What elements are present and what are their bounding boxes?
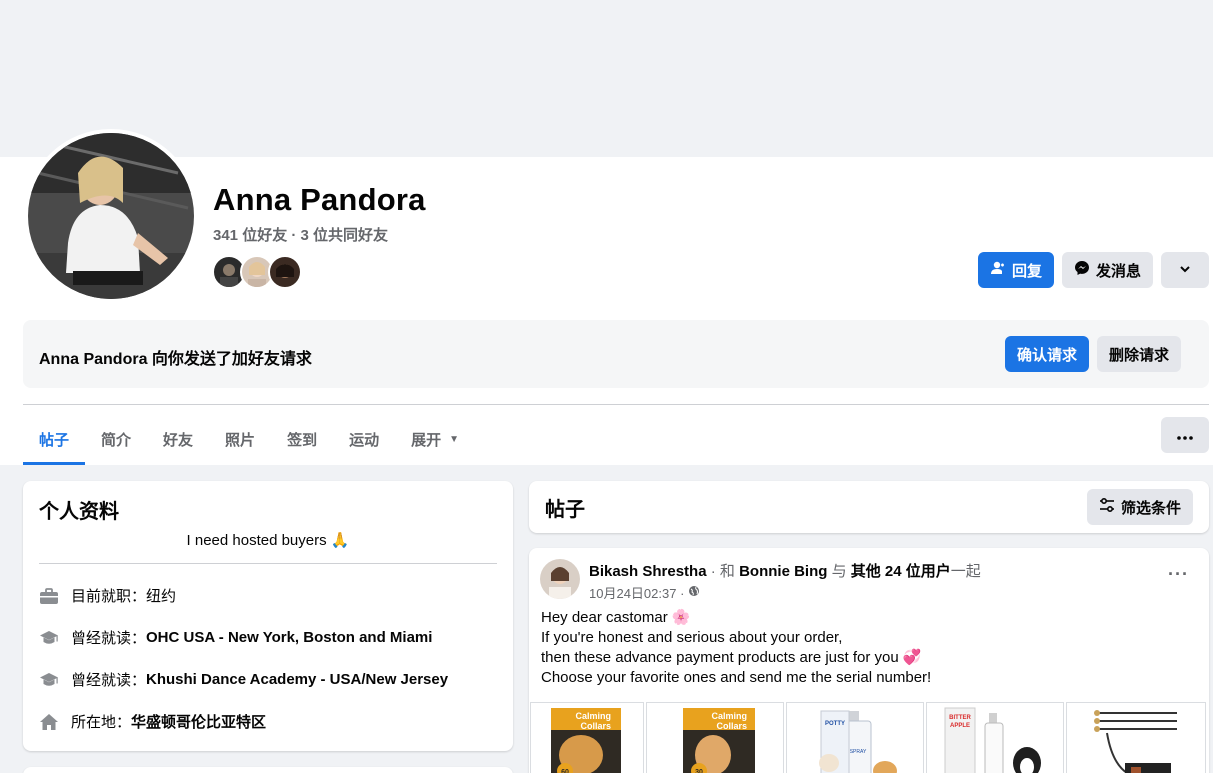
tab-label: 帖子 [39,431,70,449]
gallery-photo[interactable]: Calming Collars 60 [530,702,644,773]
intro-item-prefix: 所在地： [71,714,132,731]
intro-item-value[interactable]: OHC USA - New York, Boston and Miami [146,629,432,646]
home-icon [39,712,59,732]
briefcase-icon [39,586,59,606]
post-photo-gallery: Calming Collars 60 Calming Collars 30 PO… [530,702,1208,773]
intro-item-value[interactable]: 华盛顿哥伦比亚特区 [131,711,266,732]
cover-photo-area [0,0,1213,157]
post-timestamp[interactable]: 10月24日02:37 · [589,583,700,602]
profile-picture[interactable] [24,129,198,303]
graduation-cap-icon [39,628,59,648]
tab-about[interactable]: 简介 [85,413,147,465]
svg-text:60: 60 [561,769,569,773]
friend-request-text: Anna Pandora 向你发送了加好友请求 [39,351,312,368]
header-divider [23,404,1209,405]
gallery-photo[interactable]: BITTER APPLE [926,702,1064,773]
globe-icon [688,585,700,600]
intro-item-location: 所在地： 华盛顿哥伦比亚特区 [39,711,266,732]
intro-card: 个人资料 I need hosted buyers 🙏 目前就职： 纽约 曾经就… [23,481,513,751]
post-options-icon[interactable]: ··· [1168,564,1189,585]
post-author-avatar[interactable] [540,559,580,599]
intro-item-value[interactable]: Khushi Dance Academy - USA/New Jersey [146,671,448,688]
tab-label: 好友 [163,431,194,449]
delete-request-button[interactable]: 删除请求 [1097,336,1181,372]
intro-title: 个人资料 [39,501,119,523]
profile-tabs: 帖子 简介 好友 照片 签到 运动 展开 ▼ [23,413,475,465]
tab-photos[interactable]: 照片 [209,413,271,465]
tab-friends[interactable]: 好友 [147,413,209,465]
filter-button[interactable]: 筛选条件 [1087,489,1193,525]
filter-button-label: 筛选条件 [1120,499,1181,517]
svg-text:Calming: Calming [575,711,611,721]
post-time-text: 10月24日02:37 · [589,586,685,601]
chevron-down-icon [1179,262,1191,279]
tab-label: 简介 [101,431,132,449]
tab-label: 照片 [225,431,256,449]
profile-name: Anna Pandora [213,182,426,217]
post-tagged-name[interactable]: Bonnie Bing [739,563,827,580]
intro-item-prefix: 目前就职： [71,588,147,605]
post-header: Bikash Shrestha · 和 Bonnie Bing 与 其他 24 … [589,560,981,581]
add-friend-icon [990,260,1006,280]
svg-text:POTTY: POTTY [825,721,845,727]
post-author-name[interactable]: Bikash Shrestha [589,563,707,580]
caret-down-icon: ▼ [449,433,460,445]
post-header-with: 和 [719,563,735,580]
svg-text:Collars: Collars [716,721,747,731]
intro-bio: I need hosted buyers 🙏 [186,532,350,549]
post-line: Choose your favorite ones and send me th… [541,669,932,686]
svg-text:30: 30 [695,769,703,773]
friends-count[interactable]: 341 位好友 · 3 位共同好友 [213,224,388,245]
svg-text:Calming: Calming [711,711,747,721]
posts-title: 帖子 [545,499,585,521]
more-options-dropdown-button[interactable] [1161,252,1209,288]
tab-label: 签到 [287,431,318,449]
gallery-photo[interactable] [1066,702,1206,773]
intro-item-education: 曾经就读： OHC USA - New York, Boston and Mia… [39,627,432,648]
gallery-photo[interactable]: POTTY SPRAY [786,702,924,773]
tab-label: 展开 [411,431,442,449]
intro-divider [39,563,497,564]
post-others-link[interactable]: 其他 24 位用户 [851,563,951,580]
intro-item-prefix: 曾经就读： [71,630,147,647]
ellipsis-icon [1177,427,1193,444]
intro-item-prefix: 曾经就读： [71,672,147,689]
post-line: Hey dear castomar 🌸 [541,609,691,626]
reply-button-label: 回复 [1011,262,1042,280]
confirm-request-button[interactable]: 确认请求 [1005,336,1089,372]
messenger-icon [1074,260,1090,280]
tab-label: 运动 [349,431,380,449]
next-card [23,767,513,773]
svg-text:BITTER: BITTER [949,715,971,721]
delete-request-label: 删除请求 [1108,346,1169,364]
intro-item-education: 曾经就读： Khushi Dance Academy - USA/New Jer… [39,669,448,690]
tab-sports[interactable]: 运动 [333,413,395,465]
post-header-together: 一起 [950,563,981,580]
message-button-label: 发消息 [1095,262,1141,280]
graduation-cap-icon [39,670,59,690]
post-line: then these advance payment products are … [541,649,922,666]
post-header-dot: · [710,563,716,580]
message-button[interactable]: 发消息 [1062,252,1153,288]
intro-item-work: 目前就职： 纽约 [39,585,176,606]
tab-checkins[interactable]: 签到 [271,413,333,465]
filter-icon [1099,497,1115,516]
post-text: Hey dear castomar 🌸 If you're honest and… [541,608,931,688]
tabs-more-button[interactable] [1161,417,1209,453]
reply-button[interactable]: 回复 [978,252,1054,288]
confirm-request-label: 确认请求 [1016,346,1077,364]
tab-posts[interactable]: 帖子 [23,413,86,465]
tab-more[interactable]: 展开 ▼ [395,413,475,465]
mutual-friends-avatars[interactable] [212,255,312,289]
post-header-with2: 与 [831,563,847,580]
post-line: If you're honest and serious about your … [541,629,843,646]
intro-item-value[interactable]: 纽约 [146,585,176,606]
gallery-photo[interactable]: Calming Collars 30 [646,702,784,773]
svg-text:SPRAY: SPRAY [850,749,867,755]
svg-text:APPLE: APPLE [950,723,970,729]
svg-text:Collars: Collars [580,721,611,731]
mutual-friend-avatar[interactable] [268,255,302,289]
post-card: Bikash Shrestha · 和 Bonnie Bing 与 其他 24 … [529,548,1209,773]
